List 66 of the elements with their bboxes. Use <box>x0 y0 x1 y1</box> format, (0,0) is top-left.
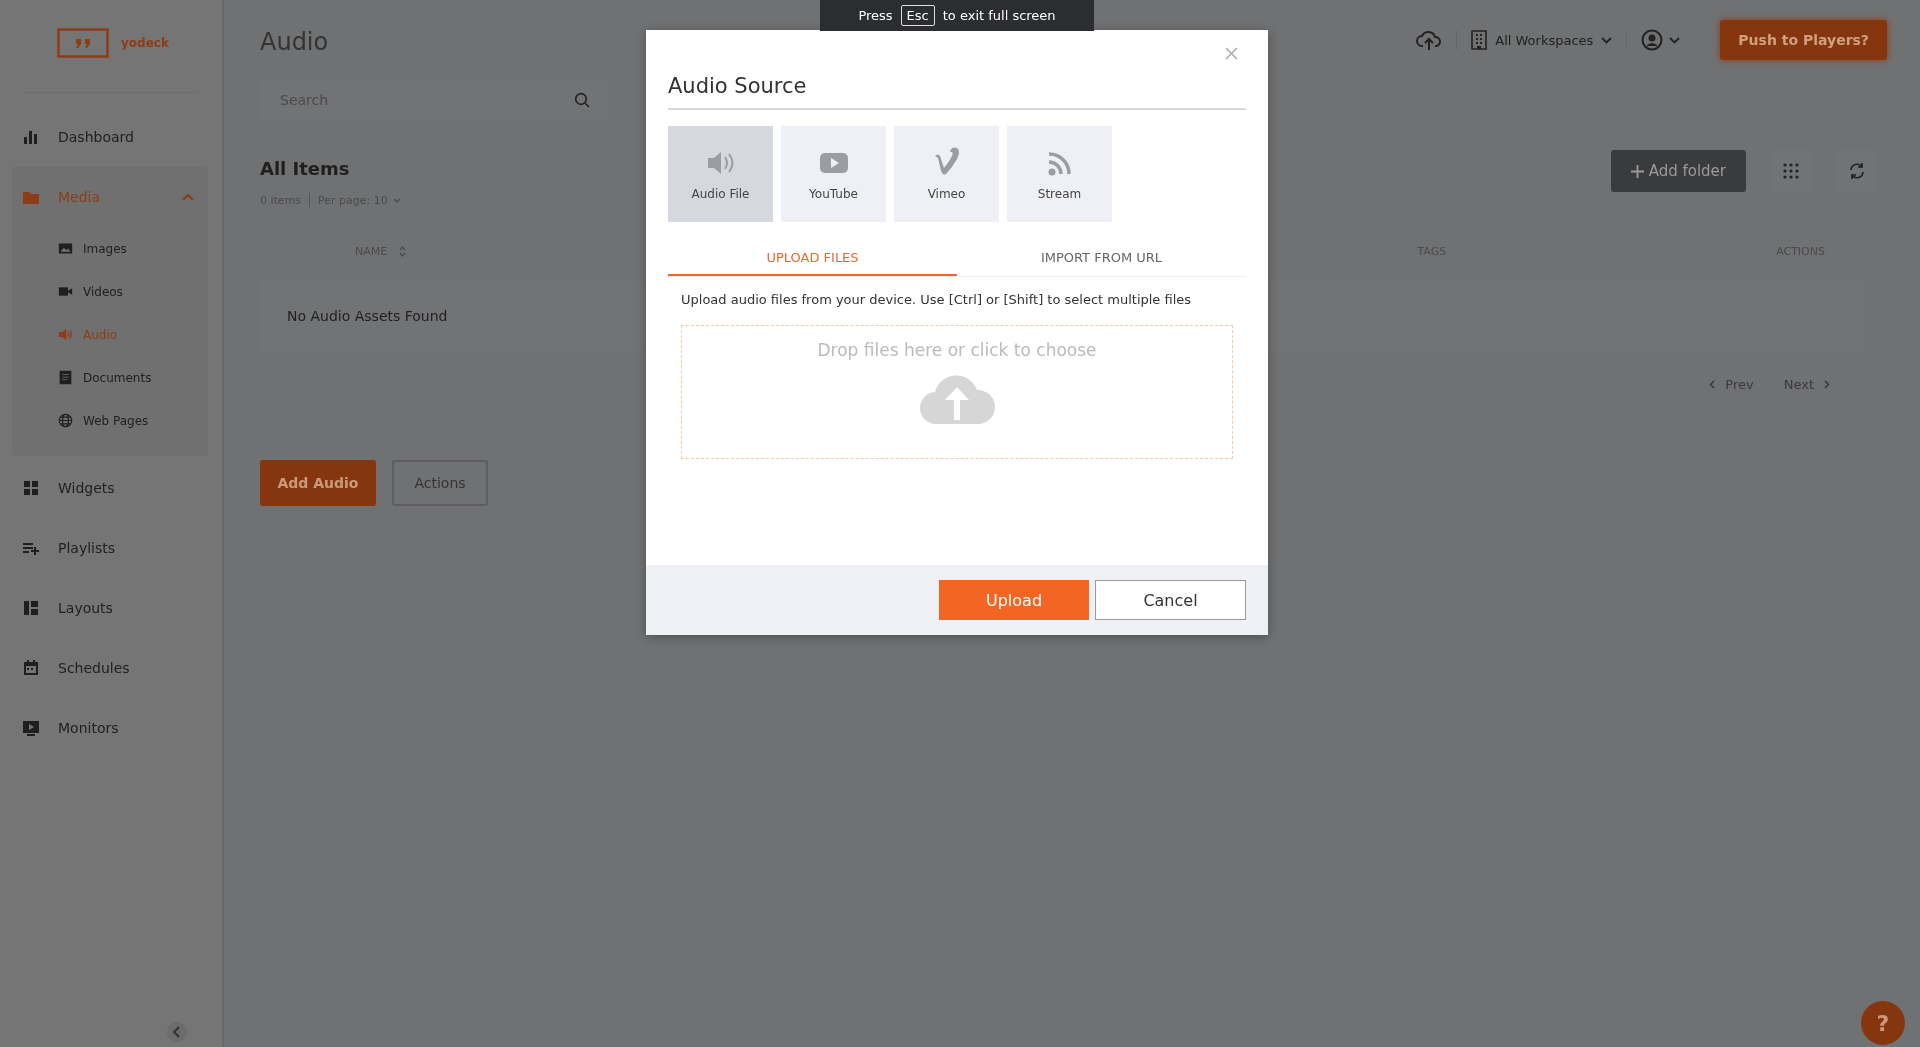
sidebar-item[interactable]: Layouts <box>12 578 208 638</box>
add-folder-button[interactable]: Add folder <box>1610 150 1746 192</box>
sidebar-subitem[interactable]: Documents <box>12 356 208 399</box>
sidebar-item[interactable]: Playlists <box>12 518 208 578</box>
plus-icon <box>1630 164 1644 178</box>
sidebar-subitem[interactable]: Videos <box>12 270 208 313</box>
collapse-button[interactable] <box>166 1021 188 1043</box>
key-label: Esc <box>900 5 935 26</box>
logo-text: yodeck <box>121 36 169 50</box>
prev-page-link[interactable]: Prev <box>1709 377 1754 392</box>
sidebar-item[interactable]: Widgets <box>12 458 208 518</box>
image-icon <box>58 241 73 256</box>
workspace-dropdown[interactable]: All Workspaces <box>1471 30 1613 50</box>
file-drop-zone[interactable]: Drop files here or click to choose <box>681 325 1233 459</box>
source-tile[interactable]: Vimeo <box>894 126 999 222</box>
layout-icon <box>22 599 40 617</box>
chevron-icon <box>392 197 401 203</box>
chevron-right-icon <box>1824 380 1830 389</box>
sidebar-item[interactable]: Monitors <box>12 698 208 758</box>
tab[interactable]: UPLOAD FILES <box>668 240 957 276</box>
sidebar-subitem[interactable]: Images <box>12 227 208 270</box>
refresh-icon <box>1848 162 1866 180</box>
dot-grid-icon <box>1783 163 1799 179</box>
chevron-icon <box>1669 36 1681 44</box>
help-button[interactable]: ? <box>1861 1001 1905 1045</box>
drop-zone-text: Drop files here or click to choose <box>817 340 1097 360</box>
chevron-icon[interactable] <box>182 193 194 201</box>
source-tile[interactable]: Stream <box>1007 126 1112 222</box>
close-icon[interactable] <box>1225 47 1238 60</box>
speaker-icon <box>58 327 73 342</box>
source-tile[interactable]: Audio File <box>668 126 773 222</box>
calendar-icon <box>22 659 40 677</box>
search-icon <box>574 92 590 108</box>
cloud-upload-icon <box>919 372 995 424</box>
chevron-left-icon <box>1709 380 1716 389</box>
actions-button[interactable]: Actions <box>392 460 488 506</box>
logo-icon <box>57 28 109 58</box>
building-icon <box>1471 30 1488 50</box>
dialog-title: Audio Source <box>668 74 808 98</box>
page-title: Audio <box>260 27 329 56</box>
upload-instructions: Upload audio files from your device. Use [Ctrl] or [Shift] to select multiple files <box>681 292 1193 307</box>
notice-text: to exit full screen <box>942 8 1056 23</box>
monitor-icon <box>22 719 40 737</box>
notice-text: Press <box>858 8 893 23</box>
sidebar-subitem[interactable]: Web Pages <box>12 399 208 442</box>
chevron-icon <box>1601 36 1613 44</box>
user-avatar-icon <box>1641 29 1664 51</box>
tab[interactable]: IMPORT FROM URL <box>957 240 1246 276</box>
source-tile[interactable]: YouTube <box>781 126 886 222</box>
globe-icon <box>58 413 73 428</box>
upload-button[interactable]: Upload <box>939 580 1089 620</box>
cancel-button[interactable]: Cancel <box>1095 580 1246 620</box>
sort-icon <box>399 245 407 257</box>
bar-chart-icon <box>22 128 40 146</box>
sidebar-item[interactable]: Dashboard <box>12 107 208 167</box>
grid-icon <box>22 479 40 497</box>
push-to-players-button[interactable]: Push to Players? <box>1720 20 1887 60</box>
add-audio-button[interactable]: Add Audio <box>260 460 376 506</box>
next-page-link[interactable]: Next <box>1783 377 1830 392</box>
empty-message: No Audio Assets Found <box>287 308 448 324</box>
sidebar-item[interactable]: Schedules <box>12 638 208 698</box>
video-camera-icon <box>58 284 73 299</box>
document-icon <box>58 370 73 385</box>
account-menu[interactable] <box>1641 29 1681 51</box>
cloud-upload-icon[interactable] <box>1416 29 1443 51</box>
list-title: All Items <box>260 158 351 179</box>
